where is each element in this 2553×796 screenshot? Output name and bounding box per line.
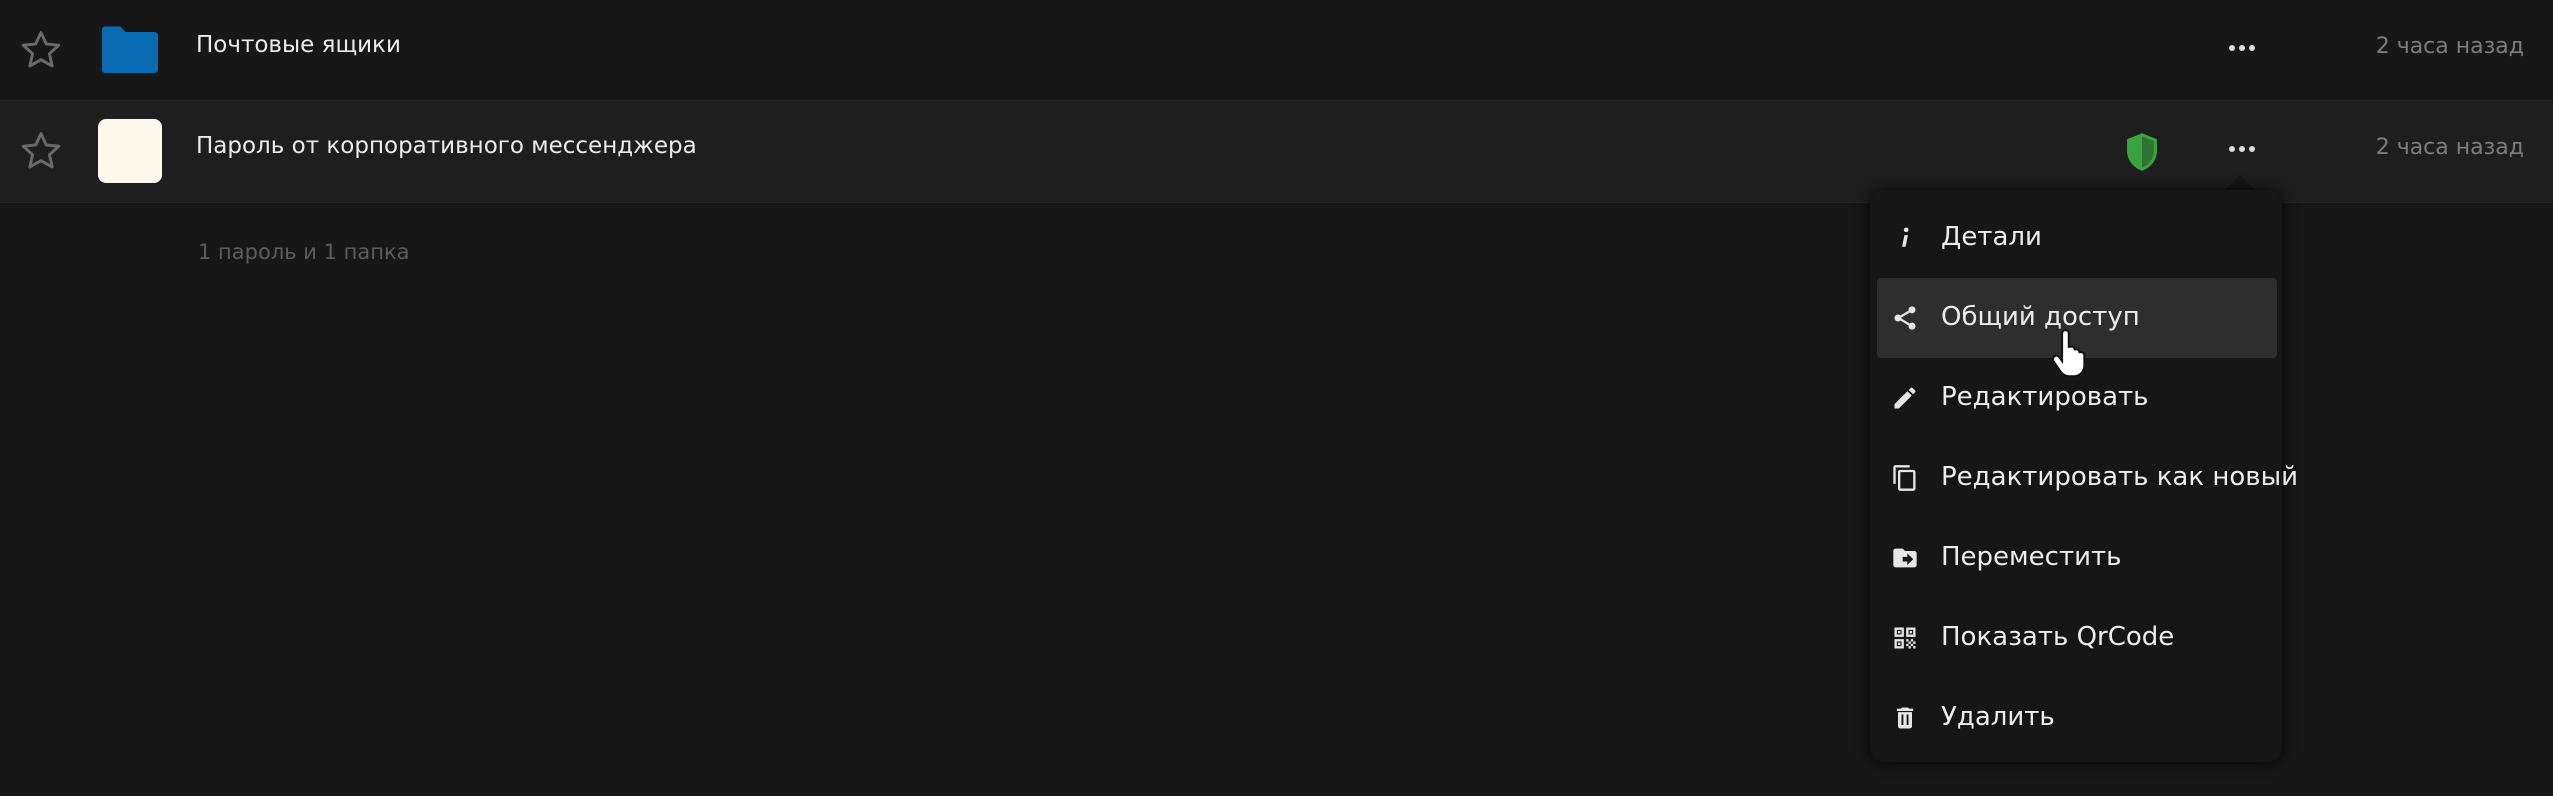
menu-item-label: Редактировать как новый (1941, 462, 2298, 492)
more-actions-button[interactable] (2222, 28, 2262, 68)
menu-item-label: Удалить (1941, 702, 2055, 732)
favorite-star-icon[interactable] (19, 28, 63, 72)
menu-item-edit-as-new[interactable]: Редактировать как новый (1877, 438, 2298, 518)
items-count: 1 пароль и 1 папка (198, 240, 410, 264)
menu-item-qrcode[interactable]: Показать QrCode (1877, 598, 2277, 678)
context-menu: Детали Общий доступ Редактировать Редакт… (1870, 190, 2298, 762)
share-icon (1891, 304, 1919, 332)
favicon (98, 119, 162, 183)
folder-row[interactable]: Почтовые ящики 2 часа назад (0, 0, 2553, 102)
menu-item-label: Детали (1941, 222, 2042, 252)
hand-cursor-icon (2048, 326, 2094, 378)
more-actions-button[interactable] (2222, 129, 2262, 169)
folder-icon (98, 18, 162, 82)
menu-item-move[interactable]: Переместить (1877, 518, 2277, 598)
edited-time: 2 часа назад (2375, 34, 2524, 59)
menu-item-label: Редактировать (1941, 382, 2149, 412)
trash-icon (1891, 704, 1919, 732)
qrcode-icon (1891, 624, 1919, 652)
copy-icon (1891, 464, 1919, 492)
folder-title[interactable]: Почтовые ящики (196, 32, 401, 58)
menu-item-delete[interactable]: Удалить (1877, 678, 2277, 758)
menu-item-label: Общий доступ (1941, 302, 2140, 332)
shield-icon (2124, 131, 2160, 173)
folder-move-icon (1891, 544, 1919, 572)
password-row[interactable]: Пароль от корпоративного мессенджера 2 ч… (0, 100, 2553, 203)
menu-item-label: Показать QrCode (1941, 622, 2175, 652)
menu-item-label: Переместить (1941, 542, 2122, 572)
favorite-star-icon[interactable] (19, 129, 63, 173)
info-icon (1891, 224, 1919, 252)
menu-item-details[interactable]: Детали (1877, 198, 2277, 278)
password-title[interactable]: Пароль от корпоративного мессенджера (196, 133, 697, 159)
edited-time: 2 часа назад (2375, 135, 2524, 160)
pencil-icon (1891, 384, 1919, 412)
